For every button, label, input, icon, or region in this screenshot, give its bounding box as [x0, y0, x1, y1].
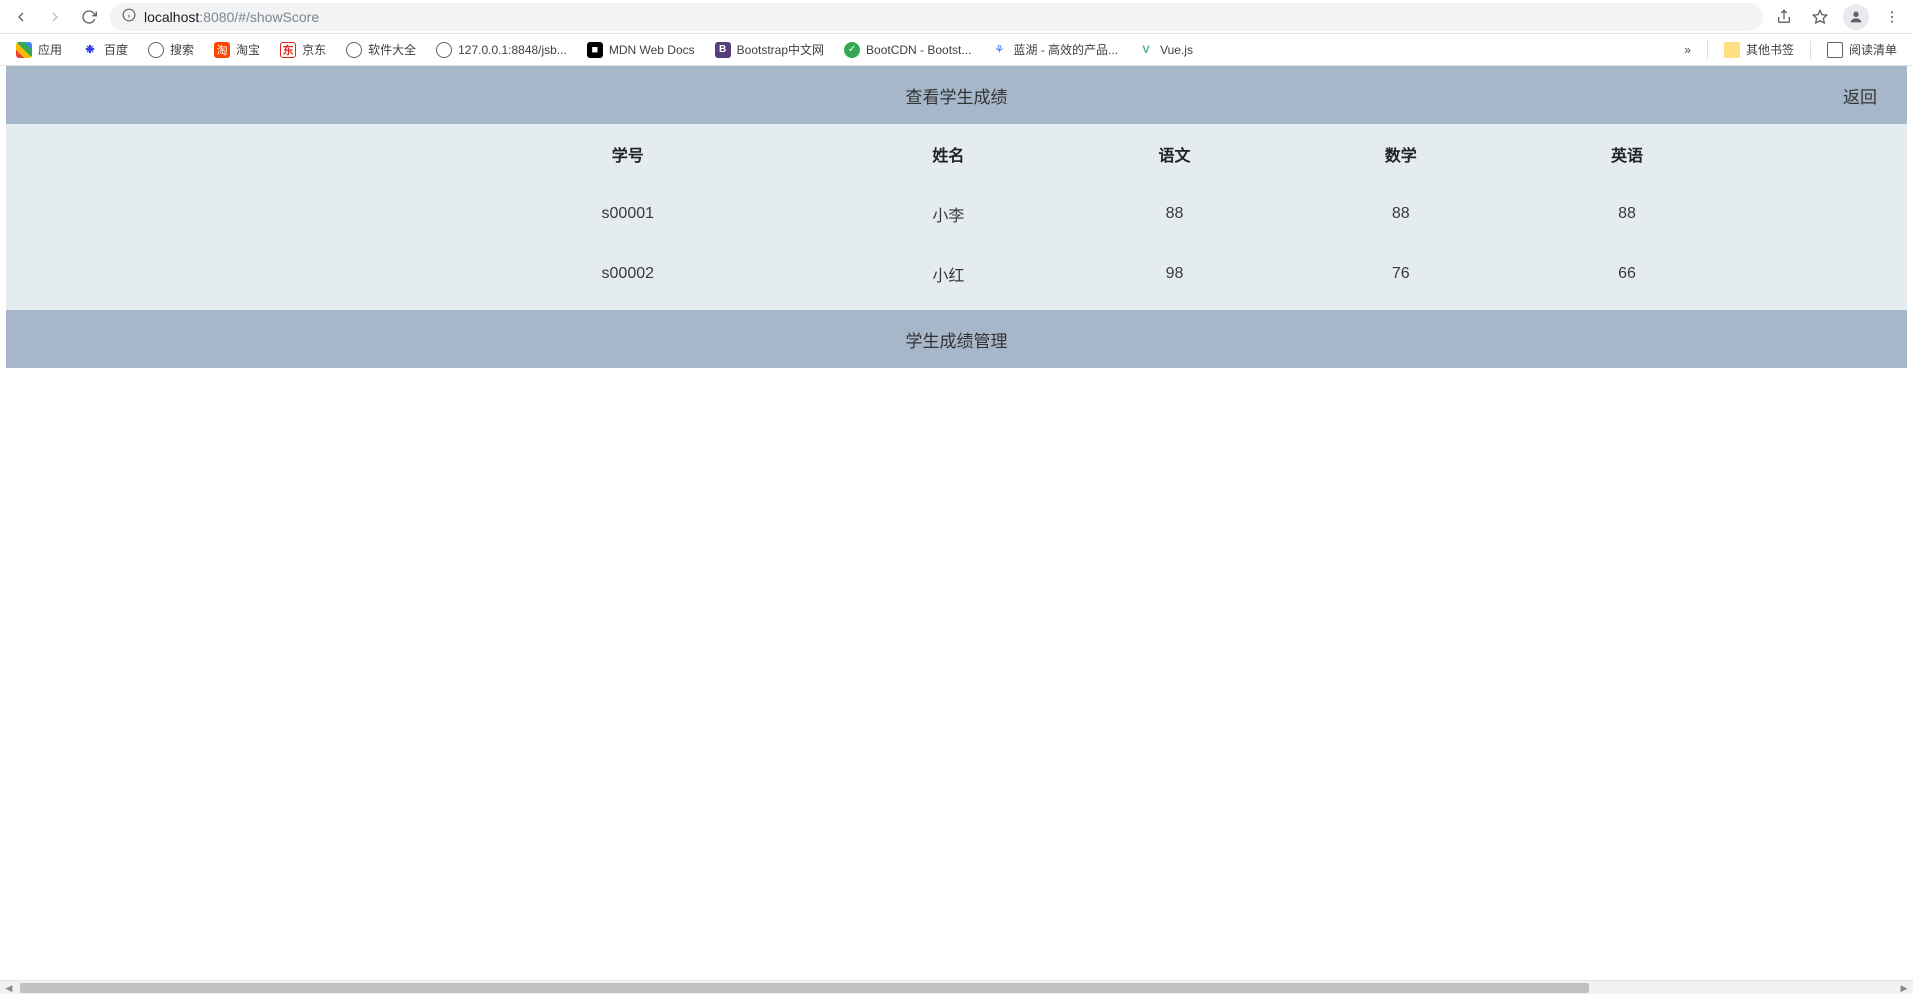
bookmark-label: 百度	[104, 41, 128, 58]
cell-chinese: 88	[1061, 184, 1287, 244]
bookmark-taobao[interactable]: 淘 淘宝	[206, 37, 268, 62]
cell-math: 76	[1288, 244, 1514, 304]
nav-forward-button[interactable]	[42, 4, 68, 30]
col-chinese: 语文	[1061, 124, 1287, 184]
bookmark-label: Bootstrap中文网	[737, 41, 824, 58]
bookmark-localhost[interactable]: 127.0.0.1:8848/jsb...	[428, 38, 575, 62]
bookmark-mdn[interactable]: ■ MDN Web Docs	[579, 38, 703, 62]
bookmark-label: BootCDN - Bootst...	[866, 43, 971, 57]
jd-icon: 东	[280, 42, 296, 58]
horizontal-scrollbar[interactable]: ◀ ▶	[0, 980, 1913, 994]
other-bookmarks-label: 其他书签	[1746, 41, 1794, 58]
bookmark-label: 搜索	[170, 41, 194, 58]
apps-button[interactable]: 应用	[8, 37, 70, 62]
chevron-right-icon: »	[1684, 43, 1691, 57]
browser-toolbar: localhost:8080/#/showScore	[0, 0, 1913, 34]
bookmark-vue[interactable]: V Vue.js	[1130, 38, 1201, 62]
mdn-icon: ■	[587, 42, 603, 58]
bookmark-label: 127.0.0.1:8848/jsb...	[458, 43, 567, 57]
bookmark-software[interactable]: 软件大全	[338, 37, 424, 62]
folder-icon	[1724, 42, 1740, 58]
taobao-icon: 淘	[214, 42, 230, 58]
scroll-left-arrow[interactable]: ◀	[2, 981, 16, 994]
bookmark-bootcdn[interactable]: ✓ BootCDN - Bootst...	[836, 38, 979, 62]
share-button[interactable]	[1771, 4, 1797, 30]
cell-id: s00001	[420, 184, 835, 244]
cell-math: 88	[1288, 184, 1514, 244]
reading-list-label: 阅读清单	[1849, 41, 1897, 58]
scroll-right-arrow[interactable]: ▶	[1897, 981, 1911, 994]
separator	[1707, 41, 1708, 59]
other-bookmarks-button[interactable]: 其他书签	[1716, 37, 1802, 62]
col-name: 姓名	[835, 124, 1061, 184]
cell-id: s00002	[420, 244, 835, 304]
page-footer: 学生成绩管理	[6, 310, 1907, 368]
col-math: 数学	[1288, 124, 1514, 184]
bookmark-label: Vue.js	[1160, 43, 1193, 57]
bootstrap-icon: B	[715, 42, 731, 58]
page-content: 查看学生成绩 返回 学号 姓名 语文 数学 英语	[0, 66, 1913, 368]
bookmark-search[interactable]: 搜索	[140, 37, 202, 62]
score-table-container: 学号 姓名 语文 数学 英语 s00001 小李 88 88	[6, 124, 1907, 310]
table-row: s00001 小李 88 88 88	[6, 184, 1907, 244]
bookmark-label: 蓝湖 - 高效的产品...	[1013, 41, 1118, 58]
globe-icon	[346, 42, 362, 58]
bookmark-label: 淘宝	[236, 41, 260, 58]
bookmark-star-button[interactable]	[1807, 4, 1833, 30]
page-viewport[interactable]: 查看学生成绩 返回 学号 姓名 语文 数学 英语	[0, 66, 1913, 980]
col-english: 英语	[1514, 124, 1740, 184]
page-header: 查看学生成绩 返回	[6, 66, 1907, 124]
footer-title: 学生成绩管理	[906, 327, 1008, 352]
score-table: 学号 姓名 语文 数学 英语 s00001 小李 88 88	[6, 124, 1907, 304]
baidu-icon: ❉	[82, 42, 98, 58]
bookmark-lanhu[interactable]: ⚘ 蓝湖 - 高效的产品...	[983, 37, 1126, 62]
globe-icon	[148, 42, 164, 58]
cell-chinese: 98	[1061, 244, 1287, 304]
scroll-thumb[interactable]	[20, 983, 1589, 993]
lanhu-icon: ⚘	[991, 42, 1007, 58]
cell-name: 小李	[835, 184, 1061, 244]
nav-back-button[interactable]	[8, 4, 34, 30]
back-button[interactable]: 返回	[1843, 83, 1877, 108]
bookmark-baidu[interactable]: ❉ 百度	[74, 37, 136, 62]
bookmark-label: 软件大全	[368, 41, 416, 58]
apps-label: 应用	[38, 41, 62, 58]
cell-name: 小红	[835, 244, 1061, 304]
bootcdn-icon: ✓	[844, 42, 860, 58]
bookmarks-more-button[interactable]: »	[1676, 39, 1699, 61]
profile-button[interactable]	[1843, 4, 1869, 30]
url-bar[interactable]: localhost:8080/#/showScore	[110, 3, 1763, 31]
bookmark-label: MDN Web Docs	[609, 43, 695, 57]
table-header-row: 学号 姓名 语文 数学 英语	[6, 124, 1907, 184]
globe-icon	[436, 42, 452, 58]
col-id: 学号	[420, 124, 835, 184]
separator	[1810, 41, 1811, 59]
browser-menu-button[interactable]	[1879, 4, 1905, 30]
reading-list-button[interactable]: 阅读清单	[1819, 37, 1905, 62]
bookmark-jd[interactable]: 东 京东	[272, 37, 334, 62]
bookmark-bootstrap[interactable]: B Bootstrap中文网	[707, 37, 832, 62]
cell-english: 66	[1514, 244, 1740, 304]
vue-icon: V	[1138, 42, 1154, 58]
list-icon	[1827, 42, 1843, 58]
bookmark-label: 京东	[302, 41, 326, 58]
bookmarks-bar: 应用 ❉ 百度 搜索 淘 淘宝 东 京东 软件大全 127.0.0.1:8848…	[0, 34, 1913, 66]
table-row: s00002 小红 98 76 66	[6, 244, 1907, 304]
page-title: 查看学生成绩	[906, 83, 1008, 108]
url-text: localhost:8080/#/showScore	[144, 9, 319, 25]
nav-reload-button[interactable]	[76, 4, 102, 30]
cell-english: 88	[1514, 184, 1740, 244]
apps-icon	[16, 42, 32, 58]
site-info-icon[interactable]	[122, 8, 136, 25]
